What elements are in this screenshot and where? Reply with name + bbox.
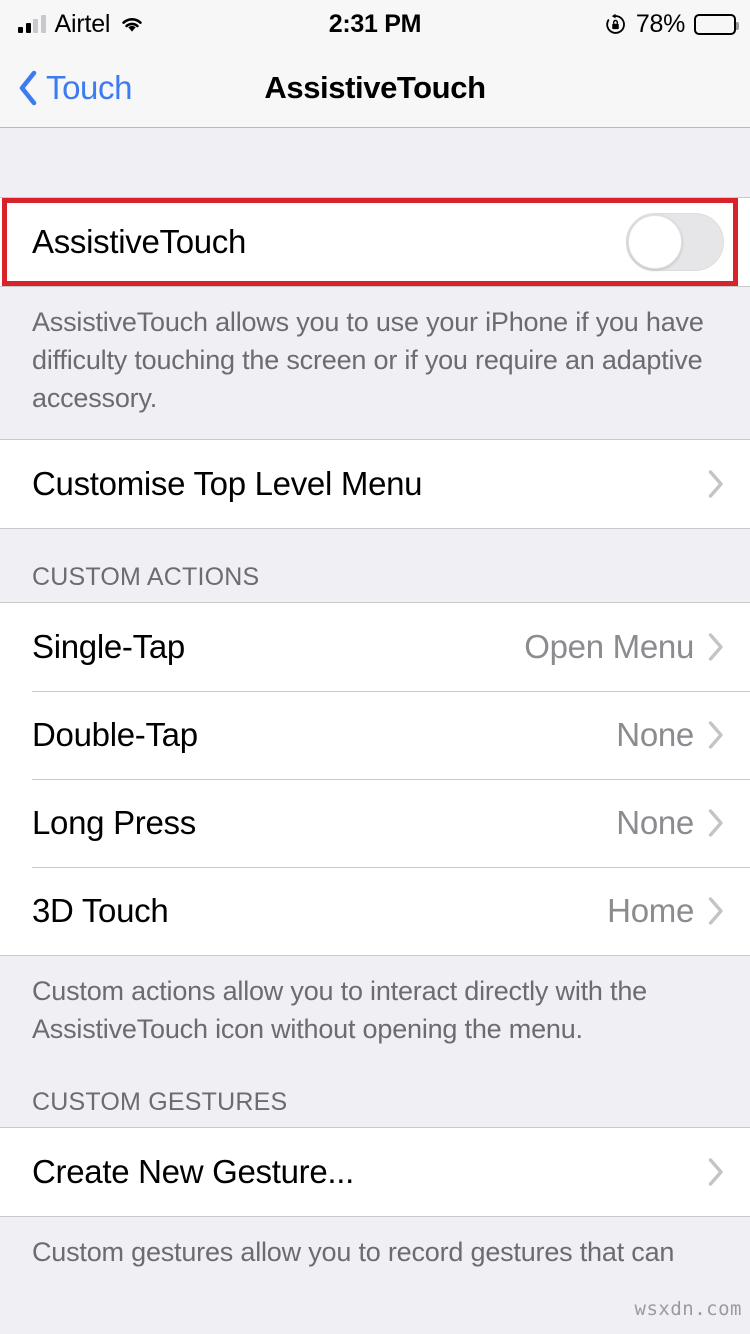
customise-menu-group: Customise Top Level Menu [0, 439, 750, 529]
page-title: AssistiveTouch [264, 69, 486, 105]
chevron-right-icon [708, 470, 724, 498]
customise-top-level-menu-label: Customise Top Level Menu [32, 465, 423, 502]
row-single-tap[interactable]: Single-Tap Open Menu [0, 603, 750, 691]
status-bar-right: 78% [604, 9, 739, 39]
row-value: None [616, 804, 694, 841]
custom-gestures-header: CUSTOM GESTURES [0, 1070, 750, 1127]
chevron-right-icon [708, 809, 724, 837]
custom-actions-group: Single-Tap Open Menu Double-Tap None Lon… [0, 602, 750, 956]
row-label: Single-Tap [32, 628, 185, 665]
row-value: Open Menu [524, 628, 694, 665]
top-spacer [0, 128, 750, 197]
assistivetouch-toggle-label: AssistiveTouch [32, 223, 247, 260]
custom-actions-footer-text: Custom actions allow you to interact dir… [0, 956, 750, 1070]
clock-label: 2:31 PM [328, 9, 422, 38]
row-long-press[interactable]: Long Press None [0, 779, 750, 867]
chevron-right-icon [708, 633, 724, 661]
assistivetouch-toggle-switch[interactable] [626, 213, 724, 271]
row-label: Long Press [32, 804, 196, 841]
row-value: None [616, 716, 694, 753]
toggle-knob [628, 215, 682, 269]
chevron-right-icon [708, 721, 724, 749]
custom-gestures-footer-text: Custom gestures allow you to record gest… [0, 1217, 750, 1293]
assistivetouch-footer-text: AssistiveTouch allows you to use your iP… [0, 287, 750, 439]
watermark: wsxdn.com [634, 1298, 742, 1320]
rotation-lock-icon [604, 13, 627, 36]
row-double-tap[interactable]: Double-Tap None [0, 691, 750, 779]
battery-icon [694, 13, 739, 35]
assistivetouch-toggle-group: AssistiveTouch [0, 197, 750, 287]
assistivetouch-toggle-row[interactable]: AssistiveTouch [0, 198, 750, 286]
custom-gestures-group: Create New Gesture... [0, 1127, 750, 1217]
chevron-right-icon [708, 1158, 724, 1186]
row-3d-touch[interactable]: 3D Touch Home [0, 867, 750, 955]
row-label: Create New Gesture... [32, 1153, 354, 1190]
navigation-bar: Touch AssistiveTouch [0, 48, 750, 128]
row-create-new-gesture[interactable]: Create New Gesture... [0, 1128, 750, 1216]
battery-percent-label: 78% [635, 9, 685, 38]
row-label: Double-Tap [32, 716, 198, 753]
row-value: Home [607, 892, 694, 929]
chevron-right-icon [708, 897, 724, 925]
settings-list[interactable]: AssistiveTouch AssistiveTouch allows you… [0, 128, 750, 1334]
row-label: 3D Touch [32, 892, 169, 929]
customise-top-level-menu-row[interactable]: Customise Top Level Menu [0, 440, 750, 528]
status-bar: Airtel 2:31 PM 78% [0, 0, 750, 48]
custom-actions-header: CUSTOM ACTIONS [0, 529, 750, 602]
